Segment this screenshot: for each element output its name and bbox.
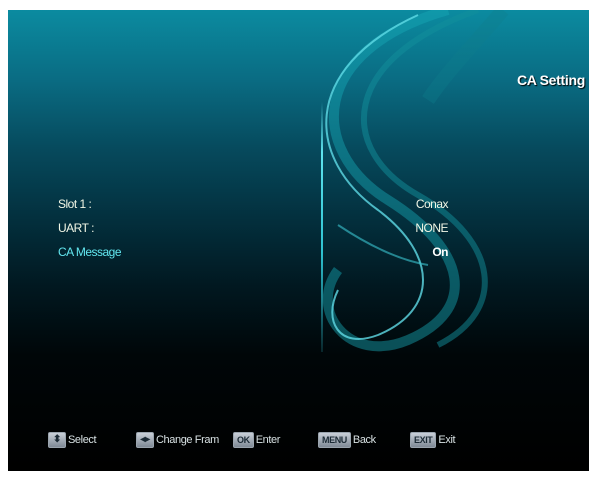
footer-select: ⬍ Select <box>48 432 97 448</box>
footer-help-bar: ⬍ Select ◂▸ Change Fram OK Enter MENU Ba… <box>8 432 589 450</box>
updown-arrow-icon: ⬍ <box>48 432 66 448</box>
footer-label: Select <box>68 434 97 446</box>
setting-value[interactable]: On <box>418 241 462 263</box>
page-title: CA Setting <box>516 72 585 88</box>
footer-change: ◂▸ Change Fram <box>136 432 219 448</box>
setting-row-ca-message[interactable]: CA Message On <box>58 241 462 265</box>
footer-label: Back <box>352 434 376 446</box>
footer-label: Enter <box>255 434 281 446</box>
footer-enter: OK Enter <box>233 432 280 448</box>
setting-value[interactable]: NONE <box>415 221 448 235</box>
tv-screen: CA Setting Slot 1 : Conax UART : NONE CA… <box>8 10 589 471</box>
leftright-arrow-icon: ◂▸ <box>136 432 154 448</box>
ok-key-icon: OK <box>233 432 254 448</box>
menu-key-icon: MENU <box>318 432 351 448</box>
footer-label: Exit <box>438 434 456 446</box>
footer-label: Change Fram <box>156 434 219 446</box>
setting-row-uart[interactable]: UART : NONE <box>58 221 448 241</box>
setting-value[interactable]: Conax <box>416 197 449 211</box>
footer-exit: EXIT Exit <box>410 432 456 448</box>
setting-row-slot[interactable]: Slot 1 : Conax <box>58 197 449 217</box>
setting-label: UART : <box>58 221 94 235</box>
setting-label: CA Message <box>58 245 122 259</box>
exit-key-icon: EXIT <box>410 432 437 448</box>
footer-back: MENU Back <box>318 432 376 448</box>
setting-label: Slot 1 : <box>58 197 92 211</box>
